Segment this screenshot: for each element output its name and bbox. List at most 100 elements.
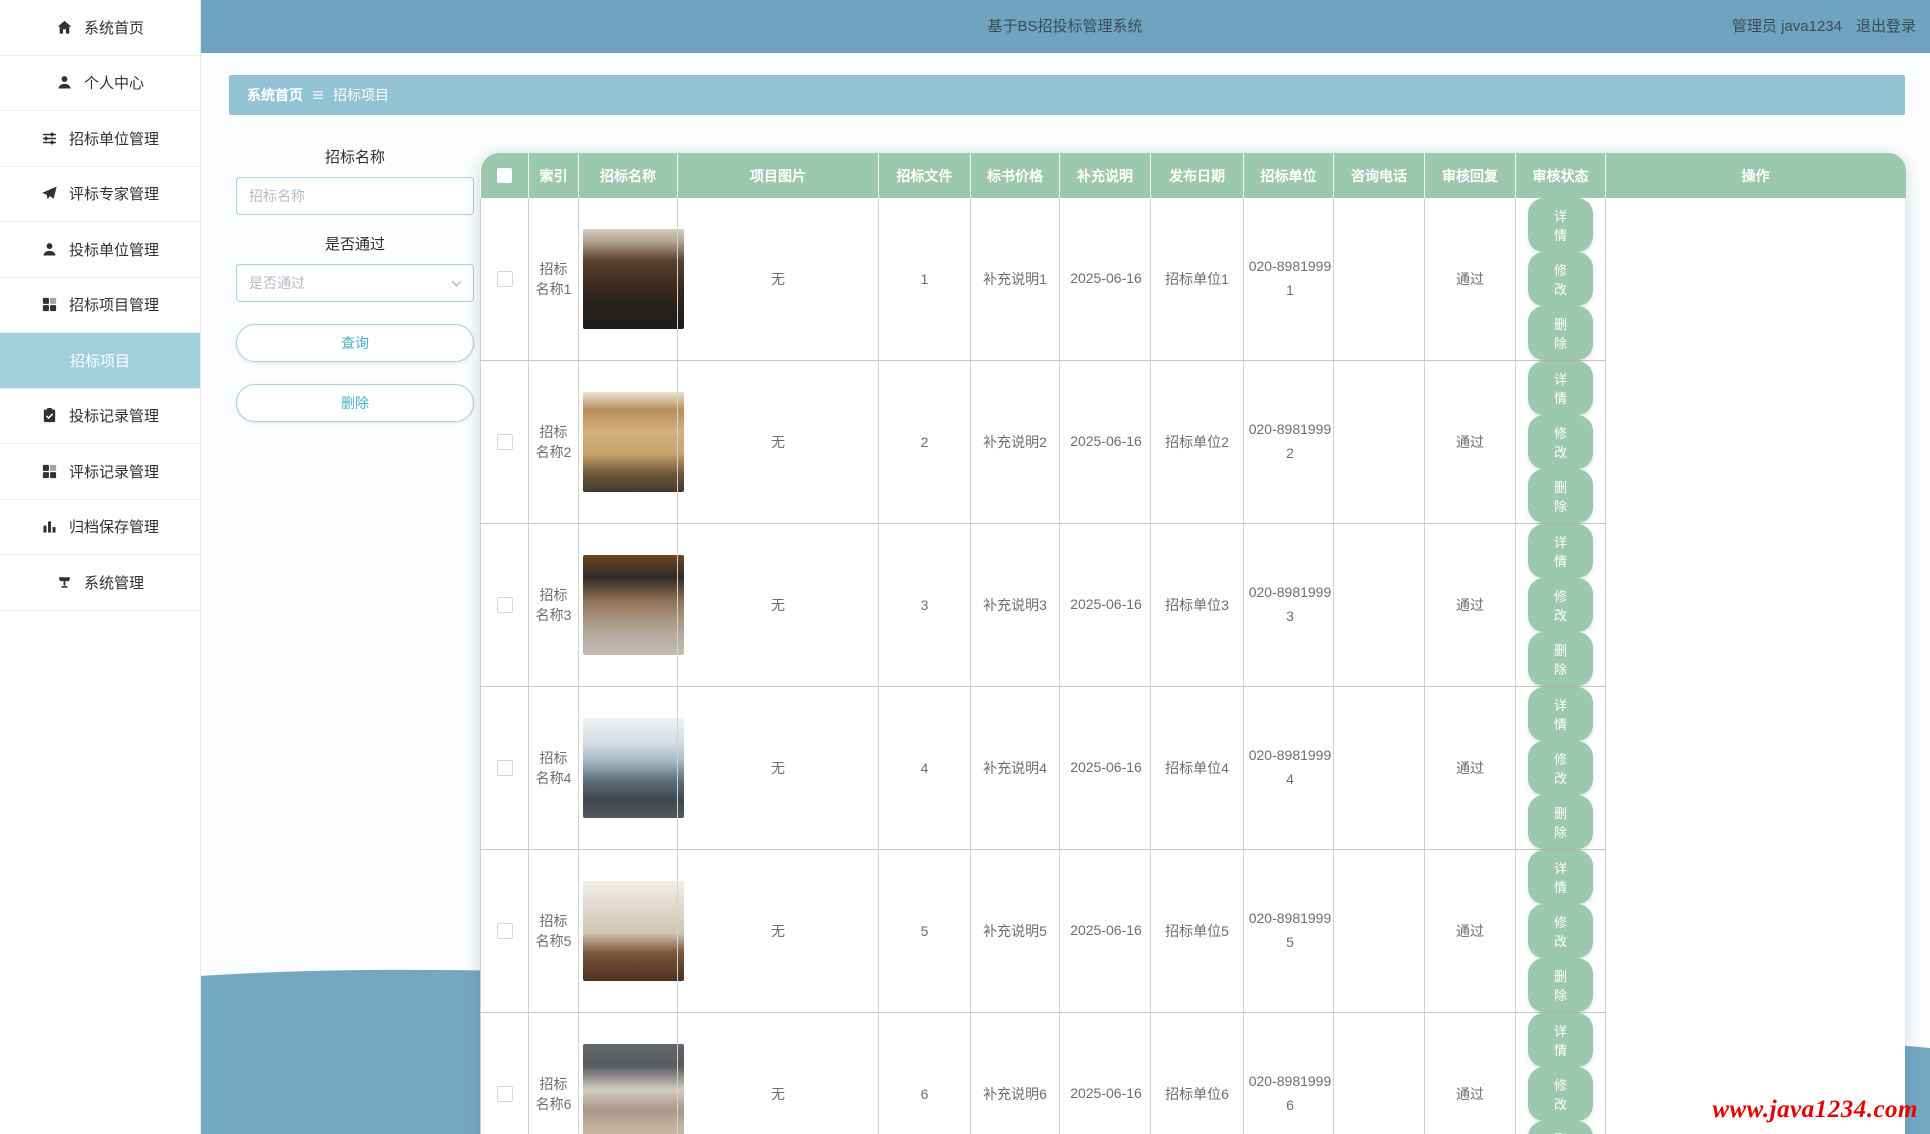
edit-button[interactable]: 修改: [1528, 252, 1593, 306]
delete-row-button[interactable]: 删除: [1528, 469, 1593, 523]
delete-row-button[interactable]: 删除: [1528, 795, 1593, 849]
breadcrumb: 系统首页 招标项目: [229, 75, 1905, 115]
column-header: 招标单位: [1244, 153, 1334, 198]
row-actions-cell: 详情修改删除: [1516, 1013, 1606, 1134]
sidebar-item-7[interactable]: 招标项目: [0, 333, 200, 389]
detail-button[interactable]: 详情: [1528, 198, 1593, 252]
projects-table: 索引招标名称项目图片招标文件标书价格补充说明发布日期招标单位咨询电话审核回复审核…: [480, 153, 1906, 1134]
sidebar-item-label: 投标记录管理: [69, 405, 159, 426]
project-image-cell: [579, 850, 678, 1013]
cell-name: 招标名称1: [529, 198, 579, 361]
detail-button[interactable]: 详情: [1528, 687, 1593, 741]
cell-date-text: 2025-06-16: [1064, 919, 1148, 943]
sidebar-item-4[interactable]: 评标专家管理: [0, 167, 200, 223]
cell-date-text: 2025-06-16: [1064, 430, 1148, 454]
project-image-cell: [579, 687, 678, 850]
cell-date: 2025-06-16: [1060, 1013, 1151, 1134]
query-button[interactable]: 查询: [236, 324, 474, 362]
office-photo-1: [583, 229, 684, 329]
bid-name-label: 招标名称: [236, 146, 474, 167]
edit-button[interactable]: 修改: [1528, 904, 1593, 958]
current-user-label: 管理员 java1234: [1732, 0, 1842, 53]
cell-file: 无: [678, 524, 879, 687]
cell-reply: [1334, 361, 1425, 524]
cell-date-text: 2025-06-16: [1064, 267, 1148, 291]
bid-name-input[interactable]: [236, 177, 474, 215]
sidebar-item-1[interactable]: 系统首页: [0, 0, 200, 56]
delete-row-button[interactable]: 删除: [1528, 958, 1593, 1012]
row-checkbox[interactable]: [497, 597, 513, 613]
row-checkbox[interactable]: [497, 760, 513, 776]
row-actions-cell: 详情修改删除: [1516, 524, 1606, 687]
cell-date: 2025-06-16: [1060, 198, 1151, 361]
detail-button[interactable]: 详情: [1528, 524, 1593, 578]
row-checkbox[interactable]: [497, 434, 513, 450]
detail-button[interactable]: 详情: [1528, 361, 1593, 415]
top-header: 基于BS招投标管理系统 管理员 java1234 退出登录: [200, 0, 1930, 53]
site-watermark: www.java1234.com: [1712, 1096, 1918, 1124]
sidebar-item-3[interactable]: 招标单位管理: [0, 111, 200, 167]
logout-button[interactable]: 退出登录: [1856, 0, 1916, 53]
cell-name: 招标名称4: [529, 687, 579, 850]
cell-status: 通过: [1425, 687, 1516, 850]
pass-select[interactable]: 是否通过: [236, 264, 474, 302]
delete-row-button[interactable]: 删除: [1528, 632, 1593, 686]
sidebar-item-label: 投标单位管理: [69, 239, 159, 260]
office-photo-3: [583, 555, 684, 655]
detail-button[interactable]: 详情: [1528, 1013, 1593, 1067]
row-checkbox[interactable]: [497, 271, 513, 287]
cell-phone-text: 020-89819995: [1248, 907, 1332, 955]
office-photo-2: [583, 392, 684, 492]
cell-phone: 020-89819992: [1244, 361, 1334, 524]
delete-row-button[interactable]: 删除: [1528, 1121, 1593, 1134]
clipboard-check-icon: [41, 407, 58, 424]
cell-file: 无: [678, 198, 879, 361]
filter-panel: 招标名称 是否通过 是否通过 查询 删除: [236, 128, 474, 422]
cell-note: 补充说明5: [971, 850, 1060, 1013]
cell-date: 2025-06-16: [1060, 524, 1151, 687]
row-select-cell: [481, 687, 529, 850]
cell-date: 2025-06-16: [1060, 687, 1151, 850]
detail-button[interactable]: 详情: [1528, 850, 1593, 904]
sidebar-item-5[interactable]: 投标单位管理: [0, 222, 200, 278]
cell-status: 通过: [1425, 361, 1516, 524]
office-photo-5: [583, 881, 684, 981]
cell-unit: 招标单位5: [1151, 850, 1244, 1013]
cell-name: 招标名称2: [529, 361, 579, 524]
breadcrumb-root[interactable]: 系统首页: [247, 85, 303, 105]
breadcrumb-current: 招标项目: [333, 85, 389, 105]
cell-phone: 020-89819995: [1244, 850, 1334, 1013]
edit-button[interactable]: 修改: [1528, 741, 1593, 795]
delete-row-button[interactable]: 删除: [1528, 306, 1593, 360]
edit-button[interactable]: 修改: [1528, 578, 1593, 632]
cell-note: 补充说明3: [971, 524, 1060, 687]
sidebar-item-6[interactable]: 招标项目管理: [0, 278, 200, 334]
cell-date-text: 2025-06-16: [1064, 1082, 1148, 1106]
sidebar-item-2[interactable]: 个人中心: [0, 56, 200, 112]
delete-button[interactable]: 删除: [236, 384, 474, 422]
sidebar-item-label: 系统管理: [84, 572, 144, 593]
select-all-checkbox[interactable]: [497, 168, 512, 183]
sidebar-item-9[interactable]: 评标记录管理: [0, 444, 200, 500]
sidebar-item-8[interactable]: 投标记录管理: [0, 389, 200, 445]
table-row: 招标名称1无1补充说明12025-06-16招标单位1020-89819991通…: [481, 198, 1906, 361]
cell-price: 6: [879, 1013, 971, 1134]
table-row: 招标名称6无6补充说明62025-06-16招标单位6020-89819996通…: [481, 1013, 1906, 1134]
sidebar-item-10[interactable]: 归档保存管理: [0, 500, 200, 556]
cell-note: 补充说明2: [971, 361, 1060, 524]
row-actions-cell: 详情修改删除: [1516, 361, 1606, 524]
row-checkbox[interactable]: [497, 1086, 513, 1102]
column-header: 咨询电话: [1334, 153, 1425, 198]
row-checkbox[interactable]: [497, 923, 513, 939]
app-title: 基于BS招投标管理系统: [200, 0, 1930, 53]
sidebar-item-11[interactable]: 系统管理: [0, 555, 200, 611]
edit-button[interactable]: 修改: [1528, 1067, 1593, 1121]
system-icon: [56, 574, 73, 591]
edit-button[interactable]: 修改: [1528, 415, 1593, 469]
cell-price: 5: [879, 850, 971, 1013]
cell-phone: 020-89819993: [1244, 524, 1334, 687]
cell-reply: [1334, 198, 1425, 361]
column-header: 招标文件: [879, 153, 971, 198]
project-image-cell: [579, 524, 678, 687]
column-header: 发布日期: [1151, 153, 1244, 198]
